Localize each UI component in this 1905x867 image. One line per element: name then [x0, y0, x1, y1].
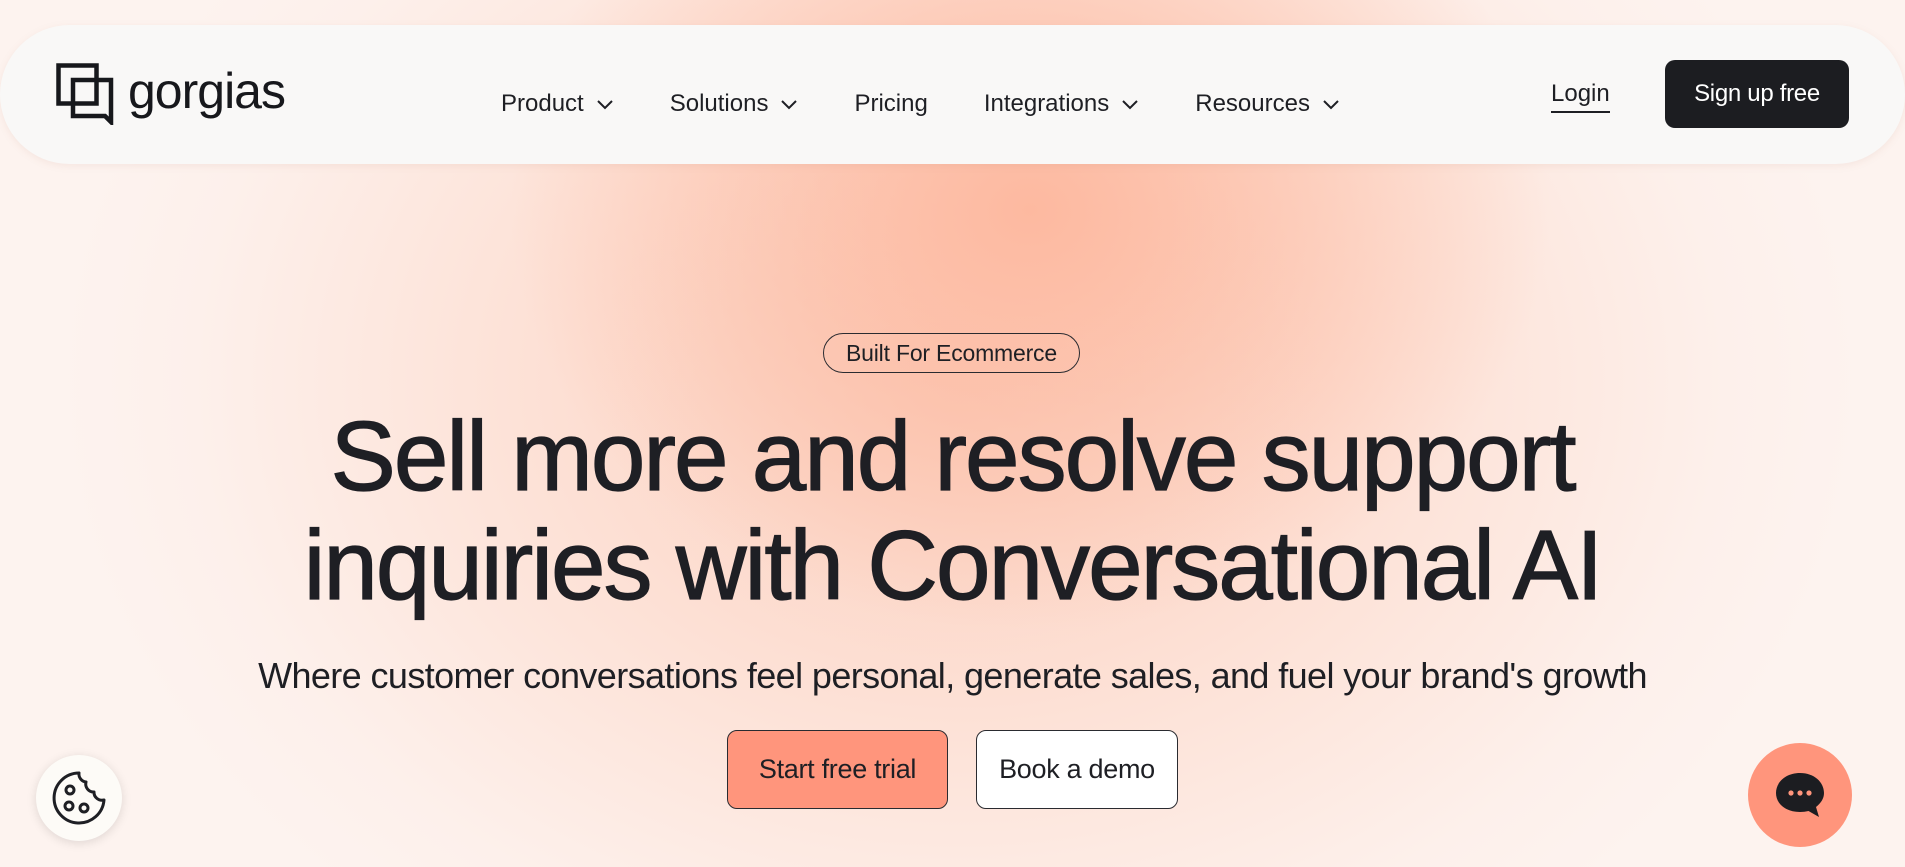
- cookie-settings-button[interactable]: [36, 755, 122, 841]
- gorgias-logo[interactable]: gorgias: [56, 63, 286, 125]
- gorgias-logo-icon: [56, 63, 114, 125]
- nav-item-label: Integrations: [983, 89, 1110, 117]
- start-free-trial-button[interactable]: Start free trial: [727, 730, 948, 809]
- chevron-down-icon: [1323, 99, 1339, 109]
- signup-button[interactable]: Sign up free: [1665, 60, 1849, 128]
- nav-item-integrations[interactable]: Integrations: [984, 72, 1139, 118]
- nav-item-label: Resources: [1195, 89, 1310, 117]
- chat-launcher-button[interactable]: [1748, 743, 1852, 847]
- main-nav: Product Solutions Pricing Integrations R…: [501, 25, 1396, 164]
- chat-bubble-icon: [1776, 773, 1824, 817]
- nav-item-label: Solutions: [669, 89, 769, 117]
- top-navbar: gorgias Product Solutions Pricing Integr…: [0, 25, 1905, 164]
- nav-item-pricing[interactable]: Pricing: [854, 72, 927, 118]
- hero-badge: Built For Ecommerce: [823, 333, 1080, 373]
- chevron-down-icon: [597, 99, 613, 109]
- login-link[interactable]: Login: [1551, 79, 1610, 113]
- logo-wordmark: gorgias: [128, 63, 286, 119]
- nav-item-product[interactable]: Product: [501, 72, 614, 118]
- nav-item-solutions[interactable]: Solutions: [670, 72, 799, 118]
- chevron-down-icon: [781, 99, 798, 109]
- hero-subheadline: Where customer conversations feel person…: [258, 655, 1647, 696]
- nav-item-label: Product: [501, 89, 584, 117]
- headline-line-2: inquiries with Conversational AI: [303, 510, 1604, 620]
- book-demo-button[interactable]: Book a demo: [976, 730, 1178, 809]
- cookie-icon: [52, 771, 106, 825]
- chevron-down-icon: [1122, 99, 1138, 109]
- nav-item-label: Pricing: [854, 89, 928, 117]
- hero-headline: Sell more and resolve support inquiries …: [0, 401, 1905, 620]
- headline-line-1: Sell more and resolve support: [330, 401, 1577, 511]
- nav-item-resources[interactable]: Resources: [1195, 72, 1340, 118]
